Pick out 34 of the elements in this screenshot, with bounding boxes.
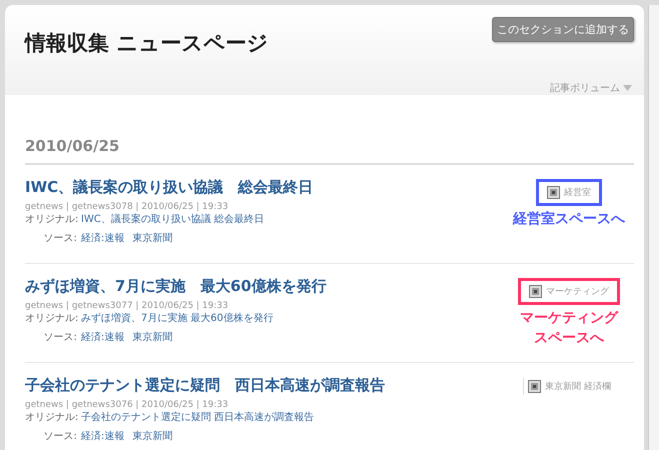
newspaper-icon [547,186,560,199]
source-link[interactable]: 経済:速報 [81,429,124,443]
space-tag[interactable]: 経営室 [536,179,602,206]
newspaper-icon [528,380,542,393]
caret-icon [623,85,632,91]
original-link[interactable]: みずほ増資、7月に実施 最大60億株を発行 [81,311,274,325]
source-link[interactable]: 東京新聞 [132,231,172,245]
callout-text: マーケティング スペースへ [520,309,618,348]
article-meta: getnews | getnews3078 | 2010/06/25 | 19:33 [25,202,230,212]
callout-text: 経営室スペースへ [513,210,626,229]
article-title-link[interactable]: 子会社のテナント選定に疑問 西日本高速が調査報告 [25,376,385,395]
source-link[interactable]: 東京新聞 [132,330,172,344]
original-link[interactable]: IWC、議長案の取り扱い協議 総会最終日 [81,212,264,226]
source-label: ソース: [42,232,77,245]
source-link[interactable]: 東京新聞 [132,429,172,443]
article-meta: getnews | getnews3076 | 2010/06/25 | 19:33 [25,400,230,410]
article-title-link[interactable]: IWC、議長案の取り扱い協議 総会最終日 [25,178,314,197]
original-link[interactable]: 子会社のテナント選定に疑問 西日本高速が調査報告 [81,410,314,424]
source-label: ソース: [42,331,77,344]
add-to-section-button[interactable]: このセクションに追加する [492,17,634,42]
source-link[interactable]: 経済:速報 [81,330,124,344]
space-tag[interactable]: 東京新聞 経済欄 [523,378,615,395]
original-label: オリジナル: [25,411,77,424]
page-title: 情報収集 ニュースページ [25,30,268,57]
source-link[interactable]: 経済:速報 [81,231,124,245]
newspaper-icon [529,285,542,298]
article-meta: getnews | getnews3077 | 2010/06/25 | 19:33 [25,301,230,311]
original-label: オリジナル: [25,312,77,325]
source-label: ソース: [42,430,77,443]
article-title-link[interactable]: みずほ増資、7月に実施 最大60億株を発行 [25,277,326,296]
date-heading: 2010/06/25 [25,137,634,165]
original-label: オリジナル: [25,213,77,226]
scrollbar[interactable] [648,5,659,450]
space-tag[interactable]: マーケティング [518,278,620,305]
